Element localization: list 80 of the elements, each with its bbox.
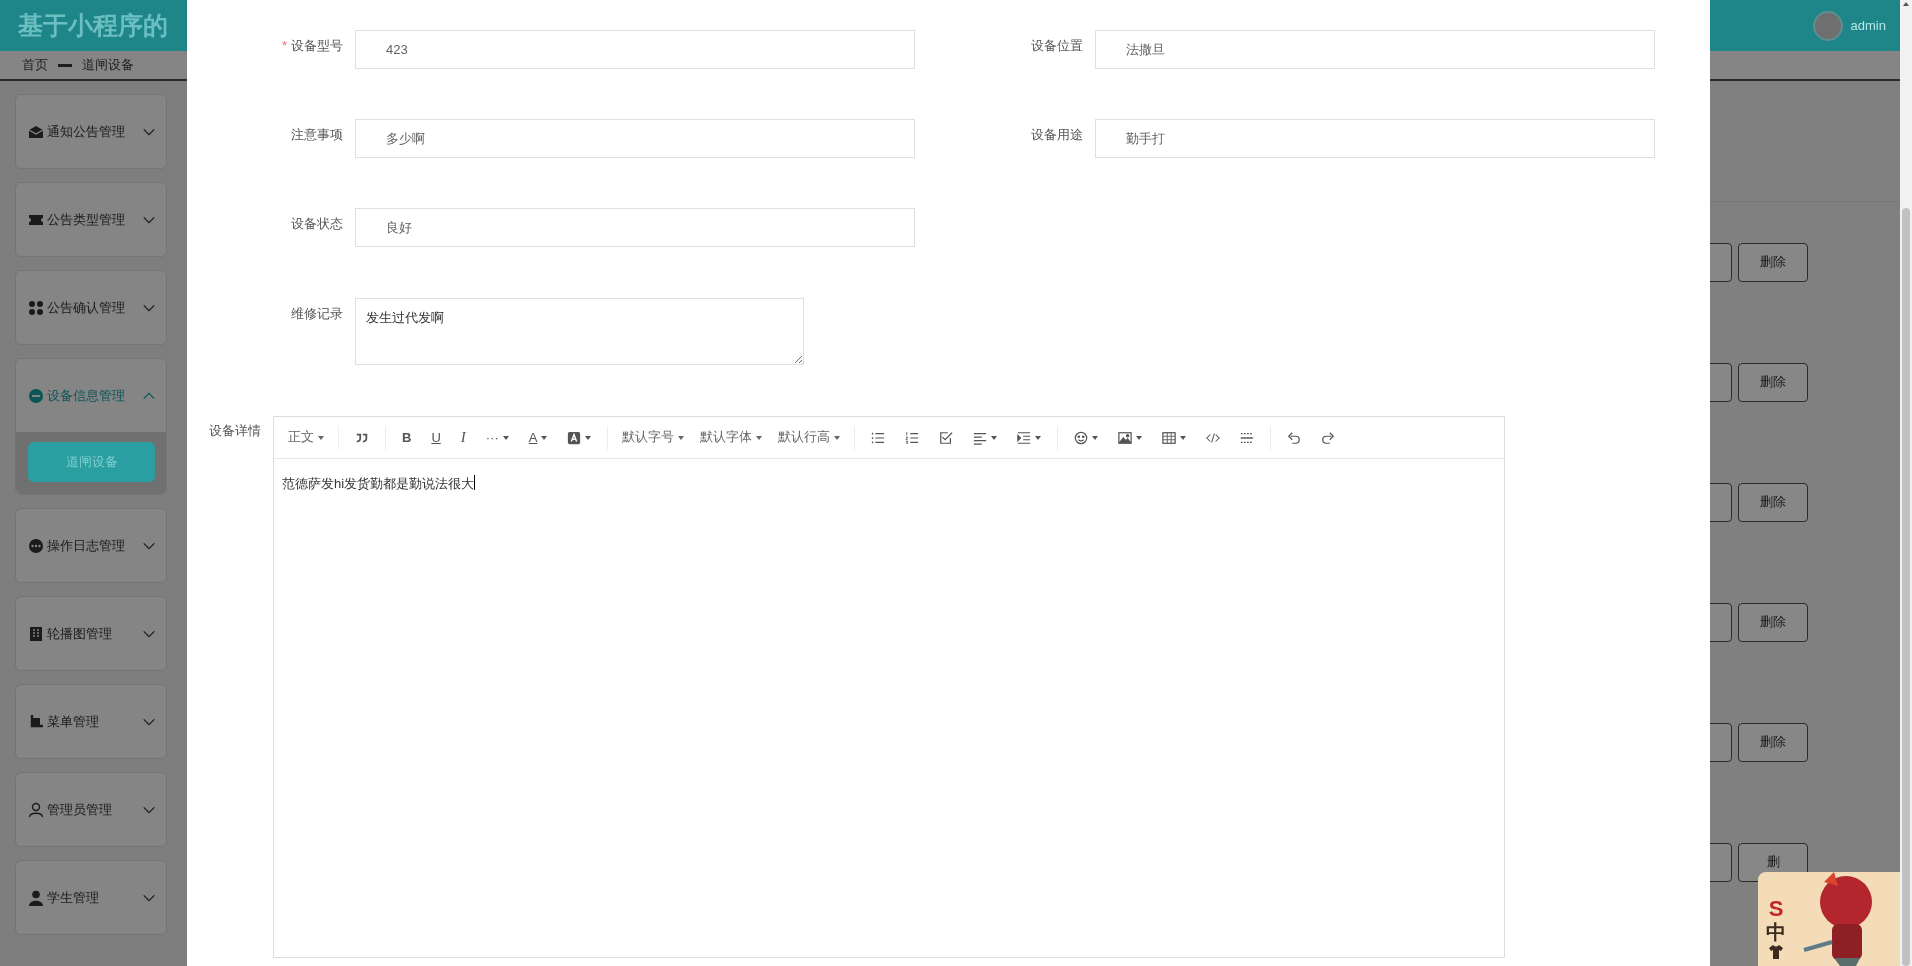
undo-icon bbox=[1287, 430, 1302, 445]
align-icon bbox=[973, 430, 988, 445]
field-label: 注意事项 bbox=[290, 126, 344, 144]
menu-item[interactable]: 菜单管理 bbox=[16, 685, 166, 758]
caret-icon bbox=[541, 435, 548, 440]
horizontal-rule-icon bbox=[1240, 430, 1255, 445]
caret-icon bbox=[678, 435, 685, 440]
ime-logo: S bbox=[1768, 898, 1784, 920]
numbered-list-icon bbox=[905, 430, 920, 445]
checkbox-icon bbox=[939, 430, 954, 445]
caret-icon bbox=[834, 435, 841, 440]
table-icon bbox=[1162, 430, 1177, 445]
envelope-icon bbox=[28, 123, 44, 140]
highlight-icon bbox=[567, 430, 582, 445]
caret-icon bbox=[318, 435, 324, 440]
menu-item[interactable]: 管理员管理 bbox=[16, 773, 166, 846]
caret-icon bbox=[585, 435, 592, 440]
format-button[interactable]: B bbox=[392, 423, 422, 452]
format-button[interactable]: U bbox=[421, 423, 451, 452]
delete-button[interactable]: 删除 bbox=[1738, 362, 1808, 402]
delete-button[interactable]: 删除 bbox=[1738, 722, 1808, 762]
input-method-popup[interactable]: S 中 bbox=[1758, 872, 1900, 966]
field-label: 设备用途 bbox=[1030, 126, 1084, 144]
scroll-up-icon bbox=[1902, 0, 1910, 8]
app-title: 基于小程序的 bbox=[18, 10, 168, 41]
menu-item[interactable]: 轮播图管理 bbox=[16, 597, 166, 670]
shirt-icon bbox=[1767, 944, 1785, 960]
emoji-icon bbox=[1074, 430, 1089, 445]
dropdown-button[interactable]: 默认字号 bbox=[614, 423, 693, 452]
user-icon bbox=[28, 801, 44, 818]
field-label: 设备状态 bbox=[290, 215, 344, 233]
delete-button[interactable]: 删除 bbox=[1738, 602, 1808, 642]
delete-button[interactable]: 删除 bbox=[1738, 482, 1808, 522]
dropdown-button[interactable]: 默认字体 bbox=[692, 423, 771, 452]
menu-item[interactable]: 学生管理 bbox=[16, 861, 166, 934]
editor-content[interactable]: 范德萨发hi发货勤都是勤说法很大 bbox=[274, 459, 1504, 957]
building-icon bbox=[28, 625, 44, 642]
caret-icon bbox=[1035, 435, 1042, 440]
caret-icon bbox=[1180, 435, 1187, 440]
editor-text: 范德萨发hi发货勤都是勤说法很大 bbox=[282, 475, 475, 493]
caret-icon bbox=[1092, 435, 1099, 440]
minus-circle-icon bbox=[28, 387, 44, 404]
breadcrumb-item[interactable]: 首页 bbox=[22, 56, 48, 74]
caret-icon bbox=[991, 435, 998, 440]
indent-icon bbox=[1017, 430, 1032, 445]
textarea-field[interactable]: 发生过代发啊 bbox=[355, 298, 804, 365]
menu-item[interactable]: 公告类型管理 bbox=[16, 183, 166, 256]
format-button[interactable]: A bbox=[518, 423, 558, 452]
person-icon bbox=[28, 889, 44, 906]
menu-item[interactable]: 公告确认管理 bbox=[16, 271, 166, 344]
format-button[interactable]: I bbox=[450, 423, 476, 452]
delete-button[interactable]: 删除 bbox=[1738, 242, 1808, 282]
ime-mode[interactable]: 中 bbox=[1766, 922, 1786, 942]
dots-icon bbox=[28, 537, 44, 554]
field-label: 设备位置 bbox=[1030, 37, 1084, 55]
dropdown-button[interactable]: 正文 bbox=[280, 423, 332, 452]
breadcrumb-item: 道闸设备 bbox=[82, 56, 134, 74]
caret-icon bbox=[1136, 435, 1143, 440]
caret-icon bbox=[756, 435, 763, 440]
grid-icon bbox=[28, 299, 44, 316]
field-label: 维修记录 bbox=[290, 305, 344, 323]
separator-icon bbox=[58, 63, 72, 67]
image-icon bbox=[1118, 430, 1133, 445]
text-field[interactable]: 多少啊 bbox=[355, 119, 915, 158]
menu-item[interactable]: 操作日志管理 bbox=[16, 509, 166, 582]
text-field[interactable]: 法撒旦 bbox=[1095, 30, 1655, 69]
user-name[interactable]: admin bbox=[1850, 18, 1886, 33]
menu-item[interactable]: 通知公告管理 bbox=[16, 95, 166, 168]
text-field[interactable]: 勤手打 bbox=[1095, 119, 1655, 158]
dropdown-button[interactable]: 默认行高 bbox=[770, 423, 849, 452]
format-button[interactable]: ··· bbox=[475, 423, 519, 452]
crop-icon bbox=[28, 713, 44, 730]
text-field[interactable]: 423 bbox=[355, 30, 915, 69]
redo-icon bbox=[1321, 430, 1336, 445]
caret-icon bbox=[502, 435, 509, 440]
text-field[interactable]: 良好 bbox=[355, 208, 915, 247]
field-label: * 设备型号 bbox=[280, 37, 344, 55]
bullet-list-icon bbox=[871, 430, 886, 445]
scrollbar[interactable] bbox=[1900, 0, 1912, 966]
field-label: 设备详情 bbox=[208, 422, 262, 440]
